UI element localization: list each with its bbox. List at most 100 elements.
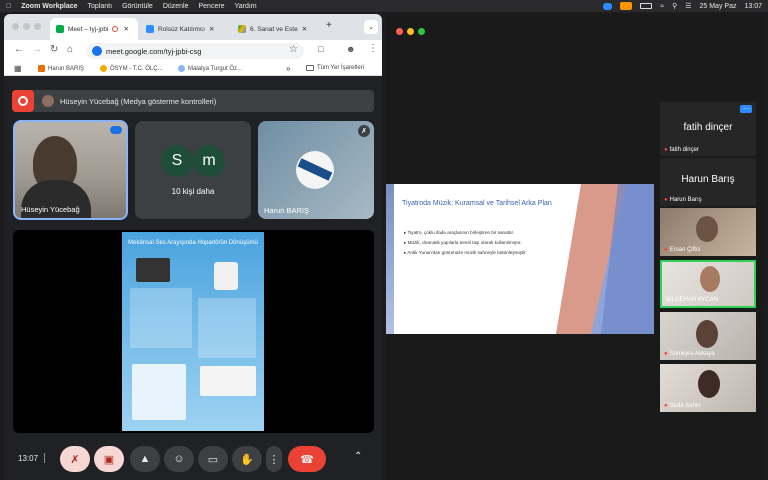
menu-toplanti[interactable]: Toplantı (88, 3, 113, 10)
participant-name-text: Seda Sahin (669, 403, 701, 409)
bookmark-label: Harun BARIŞ (48, 65, 85, 72)
close-window-button[interactable] (12, 23, 19, 30)
raise-hand-button[interactable]: ✋ (232, 446, 262, 472)
minimize-window-button[interactable] (23, 23, 30, 30)
site-info-icon[interactable] (92, 46, 102, 56)
menubar-time[interactable]: 13:07 (744, 3, 762, 10)
participant-name: Hüseyin Yücebağ (21, 205, 80, 214)
close-tab-icon[interactable]: ✕ (209, 25, 214, 33)
apple-icon[interactable]:  (6, 3, 11, 10)
tab-rolsuz[interactable]: Rolsüz Katılımcı ✕ (140, 18, 230, 40)
folder-icon (306, 65, 314, 71)
more-options-button[interactable]: ⋮ (266, 446, 282, 472)
bookmark-favicon-icon (38, 65, 45, 72)
profile-icon[interactable]: ☻ (346, 44, 355, 54)
close-window-button[interactable] (396, 28, 403, 35)
apps-grid-icon[interactable]: ▦ (14, 64, 22, 73)
bookmark-malatya[interactable]: Malatya Turgut Öz... (178, 65, 242, 72)
tab-meet[interactable]: Meet – tyj-jpbi ✕ (50, 18, 138, 40)
bookmark-osym[interactable]: ÖSYM - T.C. ÖLÇ... (100, 65, 163, 72)
participant-tile-sumeyra[interactable]: ● Sümeyra Akkaya (660, 312, 756, 360)
menu-goruntule[interactable]: Görüntüle (122, 3, 153, 10)
menubar-date[interactable]: 25 May Paz (700, 3, 737, 10)
wifi-icon[interactable]: ≈ (660, 3, 664, 10)
poster: Mekânsal Ses Arayışında Hoparlörün Dönüş… (122, 232, 264, 431)
tab-label: Rolsüz Katılımcı (158, 25, 205, 33)
participant-tile-harun[interactable]: Harun Barış ● Harun Barış (660, 158, 756, 206)
captions-button[interactable]: ▭ (198, 446, 228, 472)
tab-label: 6. Sanat ve Este (250, 25, 298, 33)
all-bookmarks-button[interactable]: Tüm Yer İşaretleri (306, 65, 364, 71)
participant-tile-harun[interactable]: ✗ Harun BARIŞ (258, 121, 374, 219)
mic-toggle-button[interactable]: ✗ (60, 446, 90, 472)
back-arrow-icon[interactable]: ← (14, 44, 24, 55)
control-center-icon[interactable]: ☰ (685, 2, 691, 10)
shared-slide[interactable]: Tiyatroda Müzik: Kuramsal ve Tarihsel Ar… (386, 184, 654, 334)
zoom-window-button[interactable] (418, 28, 425, 35)
chrome-menu-icon[interactable]: ⋮ (368, 43, 378, 54)
bookmarks-overflow-button[interactable]: » (286, 64, 290, 73)
hand-icon: ✋ (240, 453, 254, 466)
participant-name-text: BİLGEHAN AYCAN (666, 297, 718, 303)
address-bar[interactable]: meet.google.com/tyj-jpbi-csg ☆ (86, 43, 304, 59)
tab-search-button[interactable]: ⌄ (364, 20, 378, 34)
bookmarks-bar: ▦ Harun BARIŞ ÖSYM - T.C. ÖLÇ... Malatya… (4, 62, 382, 76)
meeting-clock: 13:07 (18, 454, 39, 463)
bookmark-harun[interactable]: Harun BARIŞ (38, 65, 84, 72)
zoom-status-icon[interactable] (603, 2, 613, 10)
reload-icon[interactable]: ↻ (50, 44, 58, 55)
presentation-bar-text[interactable]: Hüseyin Yücebağ (Medya gösterme kontroll… (60, 97, 216, 106)
minimize-window-button[interactable] (407, 28, 414, 35)
new-tab-button[interactable]: + (326, 20, 332, 31)
leave-call-button[interactable]: ☎ (288, 446, 326, 472)
muted-mic-icon: ✗ (358, 125, 370, 137)
mic-status-icon[interactable] (620, 2, 633, 10)
menu-duzenle[interactable]: Düzenle (163, 3, 189, 10)
participant-tile-ersan[interactable]: ● Ersan Çiftci (660, 208, 756, 256)
presentation-bar: Hüseyin Yücebağ (Medya gösterme kontroll… (12, 90, 374, 112)
drive-favicon-icon (238, 25, 246, 33)
participant-big-name: Harun Barış (681, 174, 735, 185)
hangup-icon: ☎ (300, 453, 314, 466)
menu-pencere[interactable]: Pencere (199, 3, 225, 10)
forward-arrow-icon[interactable]: → (32, 44, 42, 55)
participant-video (696, 320, 718, 348)
participant-tile-more[interactable]: S m 10 kişi daha (135, 121, 251, 219)
extensions-icon[interactable]: □ (318, 44, 323, 54)
participant-name: ● Harun Barış (664, 197, 702, 203)
tab-sanat[interactable]: 6. Sanat ve Este ✕ (232, 18, 324, 40)
chevron-up-icon[interactable]: ⌃ (354, 451, 362, 462)
present-button[interactable]: ▲ (130, 446, 160, 472)
battery-icon[interactable] (640, 3, 653, 9)
recording-button[interactable] (12, 90, 34, 112)
more-participants-label: 10 kişi daha (171, 187, 215, 196)
participant-tile-bilgehan[interactable]: BİLGEHAN AYCAN (660, 260, 756, 308)
participant-name: Harun BARIŞ (264, 206, 310, 215)
more-vert-icon: ⋮ (268, 453, 280, 466)
tab-label: Meet – tyj-jpbi (68, 25, 109, 33)
poster-text-block (198, 298, 256, 358)
shared-screen[interactable]: Mekânsal Ses Arayışında Hoparlörün Dönüş… (13, 230, 374, 433)
muted-mic-icon: ● (664, 403, 668, 409)
camera-toggle-button[interactable]: ▣ (94, 446, 124, 472)
participant-tile-seda[interactable]: ● Seda Sahin (660, 364, 756, 412)
emoji-button[interactable]: ☺ (164, 446, 194, 472)
participant-name: ● Ersan Çiftci (664, 247, 700, 253)
close-tab-icon[interactable]: ✕ (123, 25, 128, 33)
menu-yardim[interactable]: Yardım (235, 3, 257, 10)
participant-tile-huseyin[interactable]: Hüseyin Yücebağ (13, 120, 128, 220)
tile-options-button[interactable]: … (740, 105, 752, 113)
participant-photo (296, 151, 334, 189)
menu-app-name[interactable]: Zoom Workplace (21, 3, 77, 10)
head-graphic (214, 262, 238, 290)
bookmark-star-icon[interactable]: ☆ (289, 44, 298, 55)
zoom-window-button[interactable] (34, 23, 41, 30)
home-icon[interactable]: ⌂ (67, 44, 73, 55)
close-tab-icon[interactable]: ✕ (302, 25, 307, 33)
search-icon[interactable]: ⚲ (672, 2, 677, 10)
participant-tile-fatih[interactable]: … fatih dinçer ● fatih dinçer (660, 102, 756, 156)
meet-controls: 13:07 ✗ ▣ ▲ ☺ ▭ ✋ ⋮ ☎ ⌃ (4, 442, 382, 480)
participant-name-text: Sümeyra Akkaya (669, 351, 715, 357)
bookmark-label: Malatya Turgut Öz... (188, 65, 243, 72)
participant-video (698, 370, 720, 398)
